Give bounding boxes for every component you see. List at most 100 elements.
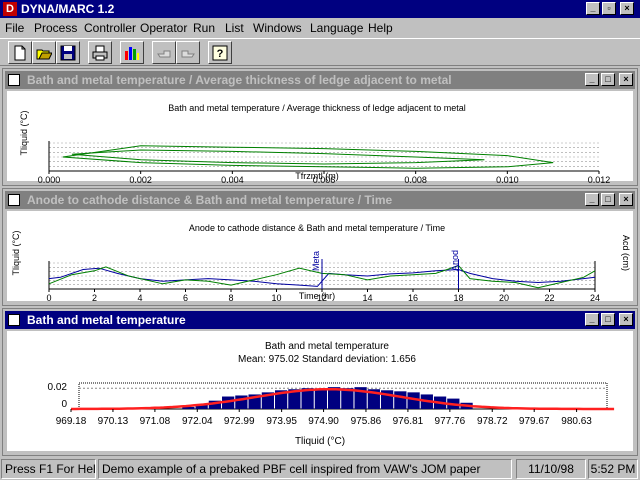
y-axis-label-left: Tliquid (°C) [11, 230, 21, 275]
x-tick-label: 12 [317, 293, 327, 303]
status-time: 5:52 PM [588, 459, 638, 479]
x-tick-label: 972.99 [224, 416, 255, 427]
x-tick-label: 0.012 [588, 175, 611, 183]
x-tick-label: 977.76 [435, 416, 466, 427]
x-tick-label: 971.08 [140, 416, 171, 427]
app-title: DYNA/MARC 1.2 [21, 2, 115, 16]
y-tick-label: 0 [61, 399, 67, 410]
ledge-chart: Bath and metal temperature / Average thi… [19, 103, 611, 185]
open-button[interactable] [32, 41, 56, 64]
minimize-icon[interactable]: _ [586, 2, 600, 15]
restore-icon[interactable]: ▫ [602, 2, 616, 15]
chart-stats: Mean: 975.02 Standard deviation: 1.656 [238, 354, 416, 365]
x-tick-label: 0 [46, 293, 51, 303]
close-icon[interactable]: × [620, 2, 634, 15]
x-tick-label: 970.13 [98, 416, 129, 427]
x-tick-label: 24 [590, 293, 600, 303]
hand-back-icon [157, 50, 171, 58]
maximize-icon[interactable]: □ [601, 193, 615, 206]
histogram-chart: Bath and metal temperature Mean: 975.02 … [48, 341, 615, 447]
chart-icon [125, 47, 139, 60]
x-tick-label: 0.000 [38, 175, 61, 183]
menu-language[interactable]: Language [310, 21, 363, 35]
ledge-thickness-window[interactable]: Bath and metal temperature / Average thi… [2, 68, 638, 186]
menu-run[interactable]: Run [193, 21, 215, 35]
x-tick-label: 10 [271, 293, 281, 303]
print-icon [92, 45, 108, 61]
y-axis-label: Tliquid (°C) [19, 110, 29, 155]
x-tick-label: 976.81 [393, 416, 424, 427]
acd-time-window[interactable]: Anode to cathode distance & Bath and met… [2, 188, 638, 306]
minimize-icon[interactable]: _ [585, 73, 599, 86]
maximize-icon[interactable]: □ [601, 73, 615, 86]
app-icon[interactable]: D [3, 2, 17, 16]
menu-windows[interactable]: Windows [253, 21, 302, 35]
toolbar: ? [0, 38, 640, 66]
new-button[interactable] [8, 41, 32, 64]
bath-temperature-window[interactable]: Bath and metal temperature _ □ × Bath an… [2, 308, 638, 456]
x-tick-label: 975.86 [351, 416, 382, 427]
menu-operator[interactable]: Operator [140, 21, 187, 35]
acd-chart: Anode to cathode distance & Bath and met… [11, 223, 631, 303]
menu-help[interactable]: Help [368, 21, 393, 35]
x-tick-label: 4 [137, 293, 142, 303]
x-tick-label: 0.006 [313, 175, 336, 183]
chart-button[interactable] [120, 41, 144, 64]
window-title: Anode to cathode distance & Bath and met… [27, 193, 393, 207]
window-title: Bath and metal temperature / Average thi… [27, 73, 452, 87]
hand-back-button[interactable] [152, 41, 176, 64]
x-tick-label: 972.04 [182, 416, 213, 427]
chart-area: Bath and metal temperature Mean: 975.02 … [7, 331, 633, 451]
window-title-bar[interactable]: Bath and metal temperature / Average thi… [5, 71, 635, 89]
x-tick-label: 0.004 [221, 175, 244, 183]
status-bar: Press F1 For Help Demo example of a preb… [0, 457, 640, 480]
x-tick-label: 2 [92, 293, 97, 303]
x-tick-label: 973.95 [266, 416, 297, 427]
window-icon[interactable] [8, 74, 20, 86]
window-title: Bath and metal temperature [27, 313, 186, 327]
close-icon[interactable]: × [619, 73, 633, 86]
x-axis-label: Tliquid (°C) [295, 436, 345, 447]
status-message: Demo example of a prebaked PBF cell insp… [98, 459, 512, 479]
save-icon [60, 45, 76, 61]
chart-area: Bath and metal temperature / Average thi… [7, 91, 633, 185]
chart-area: Anode to cathode distance & Bath and met… [7, 211, 633, 303]
chart-title: Anode to cathode distance & Bath and met… [189, 223, 445, 233]
x-tick-label: 22 [544, 293, 554, 303]
help-button[interactable]: ? [208, 41, 232, 64]
x-tick-label: 14 [362, 293, 372, 303]
print-button[interactable] [88, 41, 112, 64]
y-axis-label-right: Acd (cm) [621, 235, 631, 271]
window-icon[interactable] [8, 194, 20, 206]
series-line [62, 145, 554, 169]
maximize-icon[interactable]: □ [601, 313, 615, 326]
app-title-bar[interactable]: D DYNA/MARC 1.2 _ ▫ × [0, 0, 640, 18]
close-icon[interactable]: × [619, 313, 633, 326]
x-tick-label: 980.63 [561, 416, 592, 427]
menu-controller[interactable]: Controller [84, 21, 136, 35]
menu-process[interactable]: Process [34, 21, 77, 35]
x-tick-label: 0.008 [404, 175, 427, 183]
x-tick-label: 0.010 [496, 175, 519, 183]
menu-bar: File Process Controller Operator Run Lis… [0, 19, 640, 37]
minimize-icon[interactable]: _ [585, 193, 599, 206]
x-tick-label: 20 [499, 293, 509, 303]
save-button[interactable] [56, 41, 80, 64]
x-tick-label: 0.002 [129, 175, 152, 183]
x-tick-label: 16 [408, 293, 418, 303]
x-tick-label: 6 [183, 293, 188, 303]
chart-title: Bath and metal temperature / Average thi… [168, 103, 466, 113]
menu-list[interactable]: List [225, 21, 244, 35]
window-title-bar[interactable]: Bath and metal temperature _ □ × [5, 311, 635, 329]
close-icon[interactable]: × [619, 193, 633, 206]
chart-title: Bath and metal temperature [265, 341, 389, 352]
histogram-bar [314, 389, 327, 409]
open-icon [36, 49, 52, 60]
window-title-bar[interactable]: Anode to cathode distance & Bath and met… [5, 191, 635, 209]
x-tick-label: 979.67 [519, 416, 550, 427]
minimize-icon[interactable]: _ [585, 313, 599, 326]
anode-change-marker: Anod [450, 250, 460, 271]
hand-forward-button[interactable] [176, 41, 200, 64]
window-icon[interactable] [8, 314, 20, 326]
menu-file[interactable]: File [5, 21, 24, 35]
